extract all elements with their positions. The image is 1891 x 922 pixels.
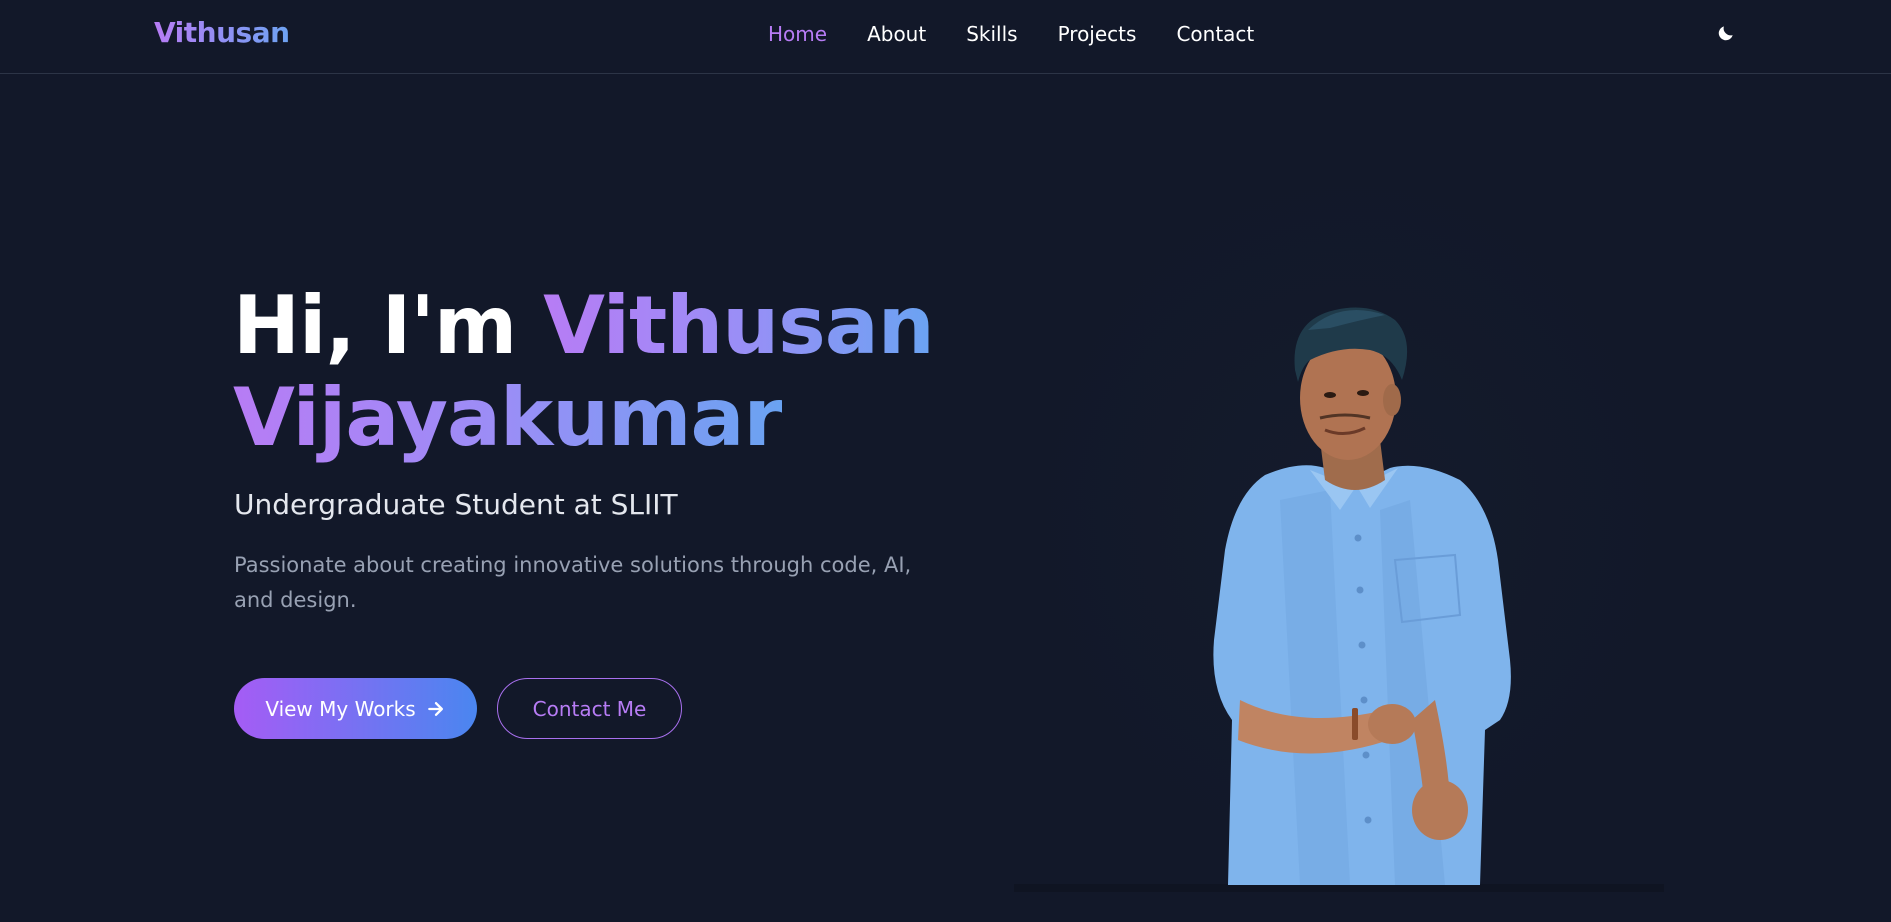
arrow-right-icon bbox=[427, 701, 443, 716]
nav-link-projects[interactable]: Projects bbox=[1058, 22, 1137, 46]
hero-first-name: Vithusan bbox=[543, 279, 935, 372]
nav-link-about[interactable]: About bbox=[867, 22, 926, 46]
hero-greeting: Hi, I'm bbox=[233, 279, 544, 372]
view-my-works-label: View My Works bbox=[265, 696, 416, 721]
hero-subtitle: Undergraduate Student at SLIIT bbox=[234, 488, 678, 521]
profile-photo bbox=[1213, 307, 1511, 885]
moon-icon bbox=[1718, 26, 1733, 41]
hero-last-name: Vijayakumar bbox=[233, 371, 783, 464]
nav-link-contact[interactable]: Contact bbox=[1176, 22, 1254, 46]
view-my-works-button[interactable]: View My Works bbox=[234, 678, 477, 739]
nav-link-home[interactable]: Home bbox=[768, 22, 827, 46]
nav-link-skills[interactable]: Skills bbox=[966, 22, 1017, 46]
brand-logo[interactable]: Vithusan bbox=[154, 16, 290, 49]
navbar: Vithusan Home About Skills Projects Cont… bbox=[0, 0, 1891, 74]
theme-toggle-button[interactable] bbox=[1715, 22, 1737, 44]
nav-links: Home About Skills Projects Contact bbox=[768, 22, 1254, 46]
contact-me-button[interactable]: Contact Me bbox=[497, 678, 682, 739]
hero-description: Passionate about creating innovative sol… bbox=[234, 553, 912, 612]
hero-title: Hi, I'm Vithusan Vijayakumar bbox=[233, 280, 993, 464]
portrait-shadow bbox=[1014, 884, 1664, 892]
